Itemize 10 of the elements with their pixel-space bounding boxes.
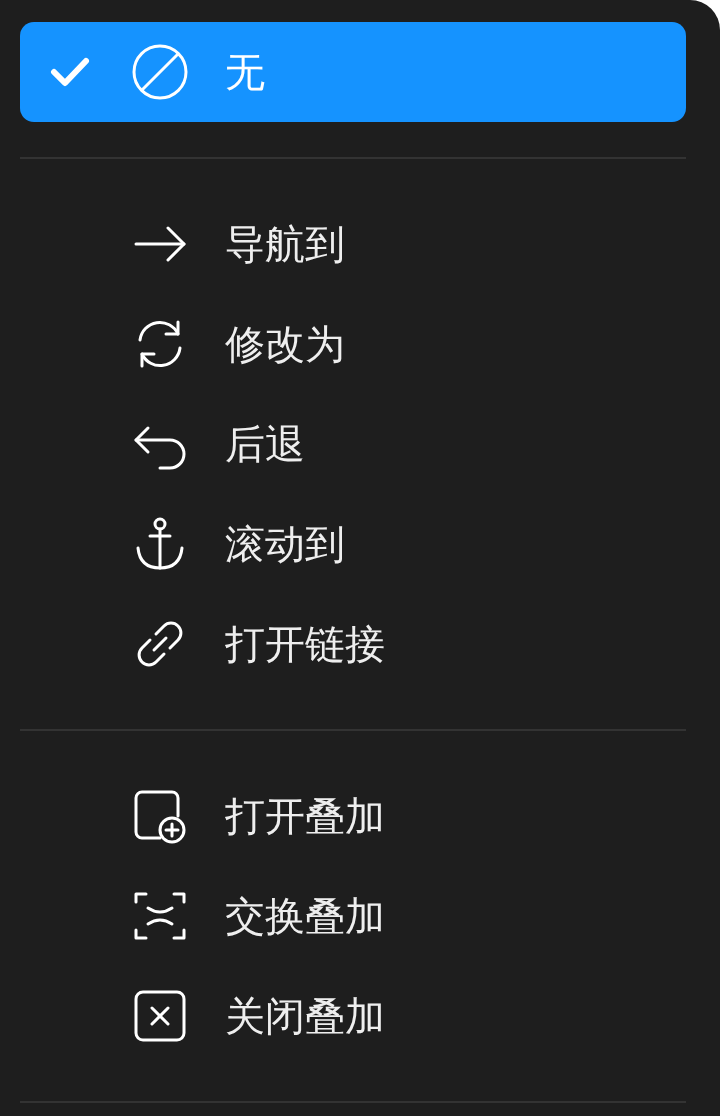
menu-item[interactable]: 关闭叠加: [20, 966, 686, 1066]
menu-item[interactable]: 导航到: [20, 194, 686, 294]
menu-item[interactable]: 修改为: [20, 294, 686, 394]
menu-item[interactable]: 打开叠加: [20, 766, 686, 866]
menu-item[interactable]: 交换叠加: [20, 866, 686, 966]
menu-item[interactable]: 滚动到: [20, 494, 686, 594]
ban-icon: [130, 42, 190, 102]
menu-item[interactable]: 后退: [20, 394, 686, 494]
menu-item[interactable]: 打开链接: [20, 594, 686, 694]
check-icon: [50, 57, 90, 87]
